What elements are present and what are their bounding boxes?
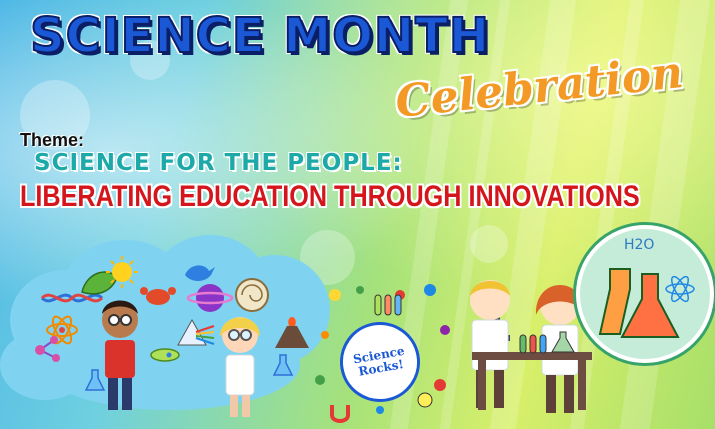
girl-scientist <box>220 317 260 417</box>
bird-icon <box>185 265 215 281</box>
molecule-icon <box>35 336 60 362</box>
test-tube-icon <box>374 294 402 316</box>
magnet-icon <box>330 405 350 423</box>
lab-boy <box>470 280 510 408</box>
rocket-icon <box>150 348 180 362</box>
crab-icon <box>140 287 176 305</box>
flask-icon <box>272 354 294 376</box>
flask-icon <box>84 369 106 391</box>
volcano-icon <box>275 317 309 348</box>
boy-scientist <box>102 300 138 410</box>
planet-icon <box>186 284 234 312</box>
dna-icon <box>40 293 104 303</box>
prism-icon <box>177 318 215 346</box>
science-month-banner: SCIENCE MONTH Celebration Theme: SCIENCE… <box>0 0 715 429</box>
lightbulb-icon <box>417 392 433 408</box>
beaker-icon <box>598 268 695 338</box>
shell-icon <box>235 278 269 312</box>
flask-circle: H2O <box>576 225 714 363</box>
